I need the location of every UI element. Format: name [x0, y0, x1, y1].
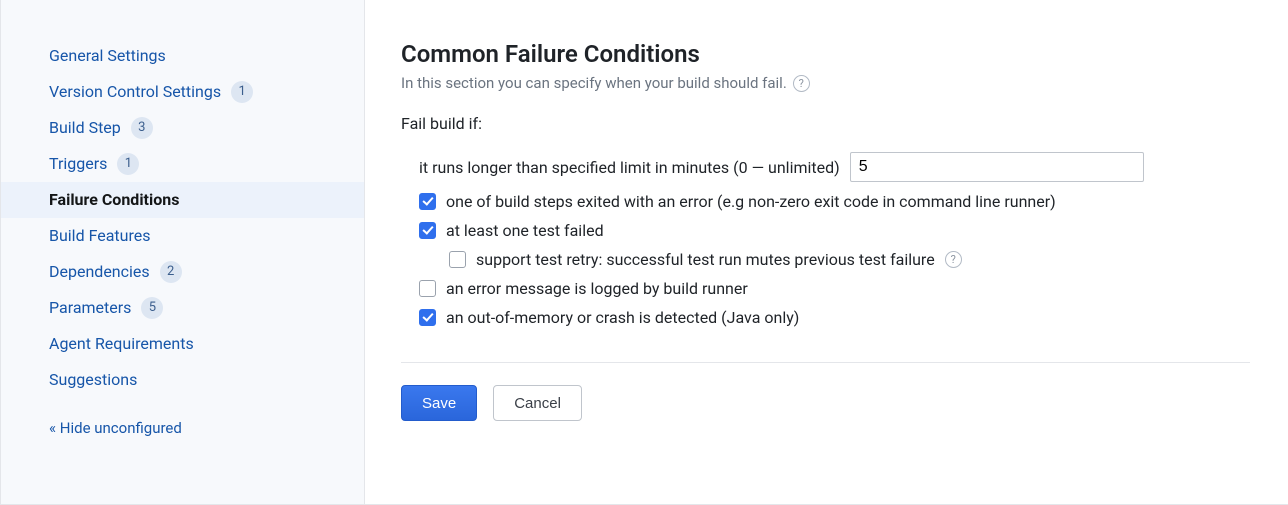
- count-badge: 2: [160, 261, 182, 283]
- timeout-label: it runs longer than specified limit in m…: [419, 158, 840, 177]
- sidebar-item-label: Parameters: [49, 297, 131, 319]
- sidebar-item-agent-requirements[interactable]: Agent Requirements: [1, 326, 364, 362]
- test-retry-checkbox[interactable]: [449, 251, 466, 268]
- cancel-label: Cancel: [514, 395, 561, 412]
- sidebar-item-parameters[interactable]: Parameters 5: [1, 290, 364, 326]
- sidebar: General Settings Version Control Setting…: [1, 0, 365, 504]
- main-content: Common Failure Conditions In this sectio…: [365, 0, 1288, 504]
- sidebar-item-label: Agent Requirements: [49, 333, 194, 355]
- divider: [401, 362, 1250, 363]
- button-row: Save Cancel: [401, 385, 1250, 421]
- sidebar-item-failure-conditions[interactable]: Failure Conditions: [1, 182, 364, 218]
- opt-test-failed-row: at least one test failed: [401, 216, 1250, 245]
- opt-oom-crash-row: an out-of-memory or crash is detected (J…: [401, 303, 1250, 332]
- count-badge: 1: [231, 81, 253, 103]
- count-badge: 3: [131, 117, 153, 139]
- save-button[interactable]: Save: [401, 385, 477, 421]
- oom-crash-checkbox[interactable]: [419, 309, 436, 326]
- sidebar-item-build-step[interactable]: Build Step 3: [1, 110, 364, 146]
- error-logged-label: an error message is logged by build runn…: [446, 279, 748, 298]
- test-failed-label: at least one test failed: [446, 221, 604, 240]
- help-icon[interactable]: ?: [945, 251, 962, 268]
- cancel-button[interactable]: Cancel: [493, 385, 582, 421]
- test-failed-checkbox[interactable]: [419, 222, 436, 239]
- sidebar-item-label: Failure Conditions: [49, 189, 179, 211]
- sidebar-item-general-settings[interactable]: General Settings: [1, 38, 364, 74]
- page-title: Common Failure Conditions: [401, 40, 1250, 68]
- opt-error-logged-row: an error message is logged by build runn…: [401, 274, 1250, 303]
- error-logged-checkbox[interactable]: [419, 280, 436, 297]
- step-error-label: one of build steps exited with an error …: [446, 192, 1056, 211]
- sidebar-item-label: Build Features: [49, 225, 151, 247]
- sidebar-item-label: Triggers: [49, 153, 107, 175]
- count-badge: 1: [117, 153, 139, 175]
- sidebar-item-dependencies[interactable]: Dependencies 2: [1, 254, 364, 290]
- sidebar-item-suggestions[interactable]: Suggestions: [1, 362, 364, 398]
- sidebar-item-version-control-settings[interactable]: Version Control Settings 1: [1, 74, 364, 110]
- opt-test-retry-row: support test retry: successful test run …: [401, 245, 1250, 274]
- test-retry-label: support test retry: successful test run …: [476, 250, 935, 269]
- opt-step-error-row: one of build steps exited with an error …: [401, 187, 1250, 216]
- sidebar-item-build-features[interactable]: Build Features: [1, 218, 364, 254]
- oom-crash-label: an out-of-memory or crash is detected (J…: [446, 308, 799, 327]
- sidebar-item-triggers[interactable]: Triggers 1: [1, 146, 364, 182]
- sidebar-item-label: General Settings: [49, 45, 166, 67]
- step-error-checkbox[interactable]: [419, 193, 436, 210]
- timeout-row: it runs longer than specified limit in m…: [401, 147, 1250, 187]
- sidebar-item-label: Suggestions: [49, 369, 137, 391]
- help-icon[interactable]: ?: [793, 75, 810, 92]
- sidebar-item-label: Dependencies: [49, 261, 150, 283]
- subtitle-text: In this section you can specify when you…: [401, 74, 787, 92]
- hide-unconfigured-link[interactable]: « Hide unconfigured: [1, 410, 364, 446]
- save-label: Save: [422, 395, 456, 412]
- sidebar-item-label: Version Control Settings: [49, 81, 221, 103]
- page-subtitle: In this section you can specify when you…: [401, 74, 1250, 92]
- count-badge: 5: [141, 297, 163, 319]
- hide-unconfigured-label: « Hide unconfigured: [49, 417, 182, 439]
- sidebar-item-label: Build Step: [49, 117, 121, 139]
- timeout-input[interactable]: [850, 152, 1144, 182]
- fail-build-if-label: Fail build if:: [401, 114, 1250, 133]
